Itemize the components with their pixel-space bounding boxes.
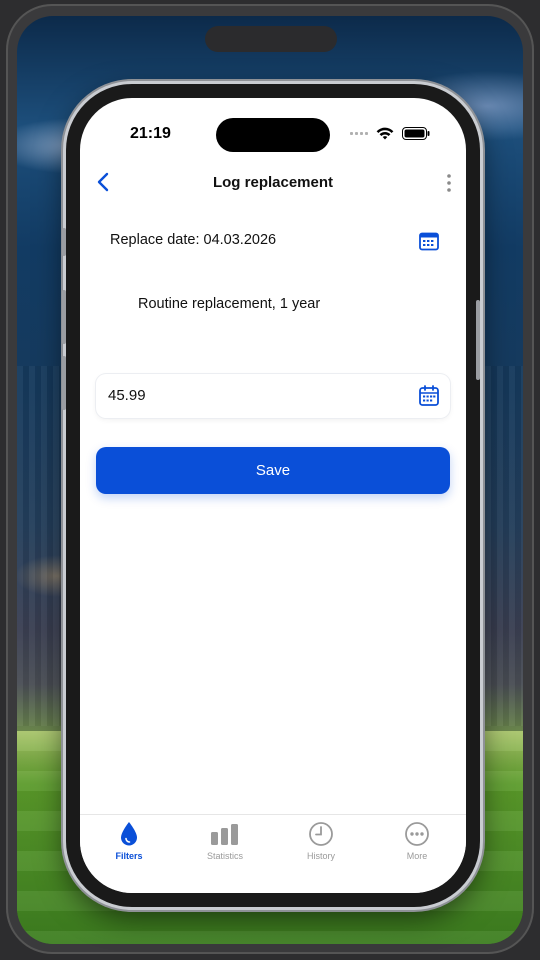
replace-date-label: Replace date: 04.03.2026 [110,232,277,248]
tab-filters[interactable]: Filters [89,821,169,861]
tab-more[interactable]: More [377,821,457,861]
dynamic-island [216,118,330,152]
water-drop-icon [121,822,137,846]
calendar-icon[interactable] [418,385,440,407]
tab-label: More [406,851,428,861]
more-circle-icon [405,822,429,846]
replace-date-row[interactable]: Replace date: 04.03.2026 [110,232,440,254]
tab-label: Filters [115,851,143,861]
status-indicators [350,127,430,140]
save-button[interactable]: Save [96,447,450,494]
tab-statistics[interactable]: Statistics [185,821,265,861]
tab-label: History [306,851,335,861]
clock-icon [309,822,333,846]
bar-chart-icon [211,824,238,845]
wifi-icon [376,127,394,140]
navigation-bar: Log replacement [80,168,466,198]
phone-power-button [476,300,480,380]
outer-device-notch [205,26,337,52]
battery-icon [402,127,430,140]
page-title: Log replacement [212,174,334,191]
app-screen: 21:19 Log replacement Replace date: 04.0… [80,98,466,893]
phone-volume-down-button [62,356,66,410]
cellular-signal-icon [350,132,368,135]
vertical-ellipsis-icon[interactable] [446,172,452,194]
tab-bar: Filters Statistics History More [80,814,466,893]
phone-side-button [62,228,66,256]
price-input[interactable]: 45.99 [96,374,450,418]
status-time: 21:19 [130,125,171,142]
tab-history[interactable]: History [281,821,361,861]
calendar-icon[interactable] [418,230,440,252]
price-value: 45.99 [108,387,146,404]
phone-volume-up-button [62,290,66,344]
replacement-note[interactable]: Routine replacement, 1 year [138,296,320,312]
tab-label: Statistics [206,851,243,861]
